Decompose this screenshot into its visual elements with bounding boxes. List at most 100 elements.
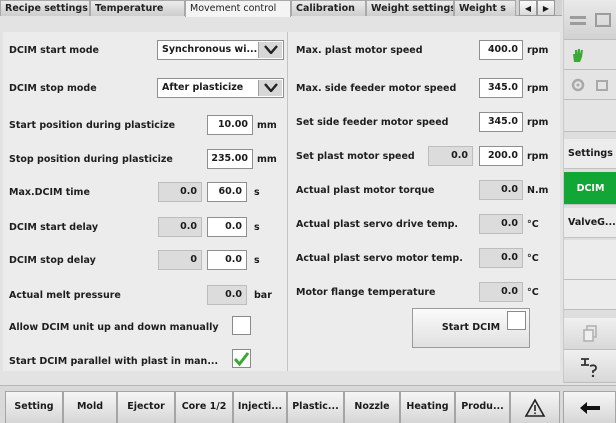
allow-manual-checkbox[interactable] (232, 316, 251, 335)
set-side-feeder-label: Set side feeder motor speed (296, 117, 449, 128)
max-side-feeder-unit: rpm (527, 83, 549, 94)
stop-delay-unit: s (254, 255, 260, 266)
servo-motor-temp-label: Actual plast servo motor temp. (296, 253, 463, 264)
melt-pressure-value: 0.0 (207, 285, 247, 305)
start-position-label: Start position during plasticize (9, 120, 176, 131)
servo-drive-temp-unit: °C (527, 219, 539, 230)
tab-movement-control[interactable]: Movement control (185, 0, 291, 17)
max-side-feeder-label: Max. side feeder motor speed (296, 83, 457, 94)
set-side-feeder-input[interactable]: 345.0 (479, 112, 523, 132)
back-button[interactable] (563, 391, 616, 423)
start-delay-unit: s (254, 222, 260, 233)
max-time-unit: s (254, 187, 260, 198)
bottom-tab-ejector[interactable]: Ejector (117, 391, 175, 423)
stop-delay-label: DCIM stop delay (9, 255, 96, 266)
flange-temp-unit: °C (527, 287, 539, 298)
max-side-feeder-input[interactable]: 345.0 (479, 78, 523, 98)
set-plast-speed-input[interactable]: 200.0 (479, 146, 523, 166)
bottom-tab-injection[interactable]: Injecti... (233, 391, 287, 423)
start-mode-value: Synchronous wi... (162, 44, 258, 55)
gear-icon[interactable] (570, 77, 586, 93)
start-mode-dropdown[interactable]: Synchronous wi... (157, 40, 284, 60)
right-sidebar: Settings DCIM ValveG... (563, 0, 616, 383)
start-dcim-checkbox[interactable] (507, 311, 526, 330)
bottom-tab-heating[interactable]: Heating (400, 391, 455, 423)
hand-icon[interactable] (570, 47, 586, 63)
set-plast-speed-actual: 0.0 (428, 146, 473, 166)
servo-motor-temp-value: 0.0 (479, 248, 523, 268)
side-tab-dcim[interactable]: DCIM (564, 172, 616, 205)
stop-position-input[interactable]: 235.00 (207, 149, 253, 169)
screen-icon[interactable] (594, 12, 612, 30)
bottom-tab-production[interactable]: Produ... (455, 391, 510, 423)
bottom-tab-mold[interactable]: Mold (63, 391, 117, 423)
flange-temp-label: Motor flange temperature (296, 287, 436, 298)
bottom-tab-nozzle[interactable]: Nozzle (344, 391, 400, 423)
start-delay-label: DCIM start delay (9, 222, 99, 233)
tab-temperature[interactable]: Temperature (90, 0, 185, 16)
robot-icon[interactable] (594, 77, 610, 93)
max-time-input[interactable]: 60.0 (207, 182, 247, 202)
plast-torque-label: Actual plast motor torque (296, 185, 435, 196)
melt-pressure-unit: bar (254, 290, 272, 301)
stop-mode-value: After plasticize (162, 82, 244, 93)
flange-temp-value: 0.0 (479, 282, 523, 302)
stop-delay-actual: 0 (158, 250, 202, 270)
side-tab-empty-2 (564, 280, 616, 310)
side-tab-empty-1 (564, 240, 616, 280)
help-icon (581, 358, 597, 377)
checkmark-icon (233, 352, 250, 367)
sidebar-manual-row (564, 40, 616, 70)
help-button[interactable] (564, 350, 616, 383)
stop-mode-label: DCIM stop mode (9, 83, 97, 94)
parallel-plast-checkbox[interactable] (232, 349, 251, 368)
max-plast-speed-input[interactable]: 400.0 (479, 40, 523, 60)
max-time-actual: 0.0 (158, 182, 202, 202)
bottom-tab-setting[interactable]: Setting (5, 391, 63, 423)
stop-position-unit: mm (257, 154, 277, 165)
side-tab-valvegate[interactable]: ValveG... (564, 208, 616, 238)
max-plast-speed-unit: rpm (527, 45, 549, 56)
start-dcim-label: Start DCIM (441, 322, 501, 333)
start-delay-input[interactable]: 0.0 (207, 217, 247, 237)
tab-weight-s[interactable]: Weight s (454, 0, 516, 16)
tool-icon[interactable] (568, 12, 588, 30)
plast-torque-unit: N.m (527, 185, 549, 196)
start-mode-label: DCIM start mode (9, 45, 99, 56)
stop-delay-input[interactable]: 0.0 (207, 250, 247, 270)
back-arrow-icon (579, 402, 600, 414)
start-delay-actual: 0.0 (158, 217, 202, 237)
bottom-tab-plasticize[interactable]: Plastic... (287, 391, 344, 423)
tab-weight-settings[interactable]: Weight settings (366, 0, 454, 16)
tab-calibration[interactable]: Calibration (291, 0, 366, 16)
tab-recipe-settings[interactable]: Recipe settings (0, 0, 90, 16)
side-tab-settings[interactable]: Settings (564, 139, 616, 169)
stop-mode-dropdown[interactable]: After plasticize (157, 78, 284, 98)
parallel-plast-label: Start DCIM parallel with plast in man... (9, 356, 219, 367)
allow-manual-label: Allow DCIM unit up and down manually (9, 322, 219, 333)
start-position-unit: mm (257, 120, 277, 131)
set-plast-speed-label: Set plast motor speed (296, 151, 415, 162)
chevron-down-icon[interactable] (258, 42, 282, 58)
sidebar-auto-row (564, 70, 616, 100)
chevron-down-icon[interactable] (258, 80, 282, 96)
set-plast-speed-unit: rpm (527, 151, 549, 162)
bottom-tab-core[interactable]: Core 1/2 (175, 391, 233, 423)
start-position-input[interactable]: 10.00 (207, 115, 253, 135)
servo-drive-temp-label: Actual plast servo drive temp. (296, 219, 459, 230)
sidebar-tool-buttons-top (564, 0, 616, 40)
tab-scroll-right-button[interactable]: ▶ (537, 0, 555, 16)
copy-icon (583, 325, 597, 342)
warning-triangle-icon (524, 398, 546, 417)
servo-drive-temp-value: 0.0 (479, 214, 523, 234)
alarm-button[interactable] (510, 391, 560, 423)
tab-scroll-left-button[interactable]: ◀ (519, 0, 537, 16)
stop-position-label: Stop position during plasticize (9, 154, 173, 165)
copy-button[interactable] (564, 318, 616, 350)
chevron-right-icon: ▶ (542, 4, 550, 13)
sidebar-empty-slot (564, 100, 616, 132)
chevron-left-icon: ◀ (524, 4, 532, 13)
plast-torque-value: 0.0 (479, 180, 523, 200)
max-time-label: Max.DCIM time (9, 187, 90, 198)
servo-motor-temp-unit: °C (527, 253, 539, 264)
